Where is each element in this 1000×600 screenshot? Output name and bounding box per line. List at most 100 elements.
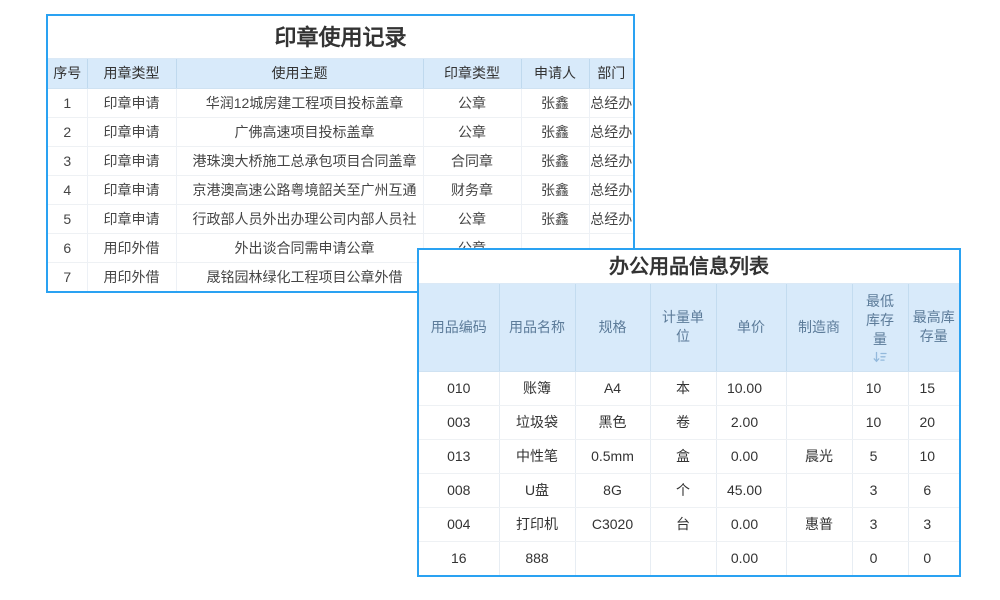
cell-item-name[interactable]: 账簿 [499, 371, 575, 405]
cell-department: 总经办 [589, 146, 633, 175]
column-header-unit-price: 单价 [716, 284, 786, 371]
cell-use-type: 印章申请 [87, 175, 176, 204]
cell-item-code[interactable]: 003 [419, 405, 499, 439]
cell-item-code[interactable]: 16 [419, 541, 499, 575]
cell-subject[interactable]: 港珠澳大桥施工总承包项目合同盖章 [176, 146, 423, 175]
cell-max-stock: 10 [908, 439, 959, 473]
cell-spec: 8G [575, 473, 650, 507]
sort-amount-icon[interactable] [873, 351, 887, 363]
cell-seq: 7 [48, 262, 87, 291]
cell-unit-price: 0.00 [716, 541, 786, 575]
table-row: 2印章申请广佛高速项目投标盖章公章张鑫总经办 [48, 117, 633, 146]
cell-seq: 2 [48, 117, 87, 146]
cell-subject[interactable]: 外出谈合同需申请公章 [176, 233, 423, 262]
cell-use-type: 用印外借 [87, 233, 176, 262]
cell-item-name[interactable]: 垃圾袋 [499, 405, 575, 439]
cell-unit: 台 [650, 507, 716, 541]
cell-seal-type: 公章 [423, 88, 521, 117]
cell-max-stock: 0 [908, 541, 959, 575]
seal-usage-title: 印章使用记录 [48, 16, 633, 59]
cell-unit-price: 2.00 [716, 405, 786, 439]
cell-item-code[interactable]: 004 [419, 507, 499, 541]
cell-department: 总经办 [589, 88, 633, 117]
cell-seq: 5 [48, 204, 87, 233]
cell-manufacturer [786, 405, 852, 439]
cell-manufacturer [786, 473, 852, 507]
cell-subject[interactable]: 晟铭园林绿化工程项目公章外借 [176, 262, 423, 291]
cell-applicant[interactable]: 张鑫 [521, 204, 589, 233]
column-header-seq: 序号 [48, 59, 87, 88]
cell-seal-type: 合同章 [423, 146, 521, 175]
cell-unit: 本 [650, 371, 716, 405]
cell-seq: 4 [48, 175, 87, 204]
column-header-unit: 计量单位 [650, 284, 716, 371]
cell-max-stock: 6 [908, 473, 959, 507]
column-header-item-name: 用品名称 [499, 284, 575, 371]
column-header-seal-type: 印章类型 [423, 59, 521, 88]
table-row: 16888 0.00 00 [419, 541, 959, 575]
cell-use-type: 印章申请 [87, 204, 176, 233]
cell-min-stock: 5 [852, 439, 908, 473]
cell-applicant[interactable]: 张鑫 [521, 117, 589, 146]
cell-max-stock: 15 [908, 371, 959, 405]
cell-manufacturer: 惠普 [786, 507, 852, 541]
cell-unit [650, 541, 716, 575]
cell-spec [575, 541, 650, 575]
cell-item-name[interactable]: 打印机 [499, 507, 575, 541]
column-header-subject: 使用主题 [176, 59, 423, 88]
column-header-manufacturer: 制造商 [786, 284, 852, 371]
cell-subject[interactable]: 华润12城房建工程项目投标盖章 [176, 88, 423, 117]
cell-item-code[interactable]: 008 [419, 473, 499, 507]
cell-seal-type: 财务章 [423, 175, 521, 204]
cell-spec: A4 [575, 371, 650, 405]
column-header-min-stock[interactable]: 最低库存量 [852, 284, 908, 371]
table-row: 1印章申请华润12城房建工程项目投标盖章公章张鑫总经办 [48, 88, 633, 117]
cell-manufacturer: 晨光 [786, 439, 852, 473]
table-row: 008U盘8G个45.0036 [419, 473, 959, 507]
cell-subject[interactable]: 行政部人员外出办理公司内部人员社 [176, 204, 423, 233]
cell-min-stock: 10 [852, 405, 908, 439]
cell-applicant[interactable]: 张鑫 [521, 88, 589, 117]
cell-unit-price: 10.00 [716, 371, 786, 405]
cell-seq: 1 [48, 88, 87, 117]
cell-unit-price: 0.00 [716, 507, 786, 541]
cell-department: 总经办 [589, 175, 633, 204]
cell-item-name[interactable]: 中性笔 [499, 439, 575, 473]
cell-item-name[interactable]: U盘 [499, 473, 575, 507]
cell-max-stock: 20 [908, 405, 959, 439]
office-supplies-title: 办公用品信息列表 [419, 250, 959, 284]
column-header-applicant: 申请人 [521, 59, 589, 88]
cell-max-stock: 3 [908, 507, 959, 541]
cell-min-stock: 3 [852, 473, 908, 507]
column-header-department: 部门 [589, 59, 633, 88]
office-supplies-card: 办公用品信息列表 用品编码 用品名称 规格 计量单位 单价 制造商 最低库存量 [417, 248, 961, 577]
cell-use-type: 印章申请 [87, 146, 176, 175]
cell-unit-price: 45.00 [716, 473, 786, 507]
column-header-item-code: 用品编码 [419, 284, 499, 371]
cell-item-name[interactable]: 888 [499, 541, 575, 575]
cell-unit-price: 0.00 [716, 439, 786, 473]
cell-department: 总经办 [589, 204, 633, 233]
table-row: 4印章申请京港澳高速公路粤境韶关至广州互通财务章张鑫总经办 [48, 175, 633, 204]
cell-min-stock: 0 [852, 541, 908, 575]
cell-use-type: 印章申请 [87, 117, 176, 146]
cell-seal-type: 公章 [423, 117, 521, 146]
cell-subject[interactable]: 京港澳高速公路粤境韶关至广州互通 [176, 175, 423, 204]
cell-manufacturer [786, 371, 852, 405]
cell-use-type: 印章申请 [87, 88, 176, 117]
supplies-table-header-row: 用品编码 用品名称 规格 计量单位 单价 制造商 最低库存量 [419, 284, 959, 371]
column-header-spec: 规格 [575, 284, 650, 371]
cell-min-stock: 10 [852, 371, 908, 405]
table-row: 013中性笔0.5mm盒0.00晨光510 [419, 439, 959, 473]
cell-applicant[interactable]: 张鑫 [521, 146, 589, 175]
table-row: 004打印机C3020台0.00惠普33 [419, 507, 959, 541]
cell-min-stock: 3 [852, 507, 908, 541]
cell-department: 总经办 [589, 117, 633, 146]
table-row: 003垃圾袋黑色卷2.001020 [419, 405, 959, 439]
cell-unit: 盒 [650, 439, 716, 473]
cell-applicant[interactable]: 张鑫 [521, 175, 589, 204]
cell-item-code[interactable]: 013 [419, 439, 499, 473]
cell-subject[interactable]: 广佛高速项目投标盖章 [176, 117, 423, 146]
cell-item-code[interactable]: 010 [419, 371, 499, 405]
cell-seq: 3 [48, 146, 87, 175]
